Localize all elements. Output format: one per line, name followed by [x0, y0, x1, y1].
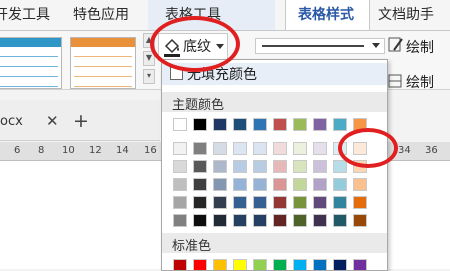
theme-shade-swatch[interactable] [173, 178, 187, 191]
theme-shade-swatch[interactable] [273, 142, 287, 155]
standard-color-swatch[interactable] [293, 259, 307, 270]
theme-shade-swatch[interactable] [253, 160, 267, 173]
theme-shade-swatch[interactable] [173, 214, 187, 227]
draw-table-icon [388, 37, 403, 52]
document-tab-label[interactable]: ocx [0, 114, 23, 129]
table-style-blue[interactable] [0, 37, 62, 89]
theme-shade-swatch[interactable] [273, 160, 287, 173]
theme-shade-swatch[interactable] [333, 178, 347, 191]
theme-colors-title: 主题颜色 [172, 98, 225, 113]
theme-shade-swatch[interactable] [273, 214, 287, 227]
close-tab-icon[interactable]: ✕ [46, 112, 59, 130]
theme-shade-swatch[interactable] [173, 196, 187, 209]
draw-border-icon [388, 74, 402, 88]
theme-shade-swatch[interactable] [253, 214, 267, 227]
theme-color-swatch[interactable] [253, 118, 267, 131]
theme-shade-swatch[interactable] [233, 178, 247, 191]
tab-special-apps[interactable]: 特色应用 [73, 6, 129, 24]
theme-color-swatch[interactable] [173, 118, 187, 131]
theme-shade-swatch[interactable] [293, 214, 307, 227]
tab-doc-assistant[interactable]: 文档助手 [378, 6, 434, 24]
theme-shade-swatch[interactable] [193, 160, 207, 173]
annotation-ring-swatch [338, 128, 398, 168]
theme-shade-swatch[interactable] [293, 160, 307, 173]
theme-shade-swatch[interactable] [273, 178, 287, 191]
theme-shade-swatch[interactable] [313, 160, 327, 173]
standard-color-swatch[interactable] [193, 259, 207, 270]
theme-shade-swatch[interactable] [293, 196, 307, 209]
ruler-number: 6 [14, 145, 21, 156]
theme-color-swatch[interactable] [333, 118, 347, 131]
ruler-number: 10 [62, 145, 75, 156]
table-style-orange[interactable] [70, 37, 136, 89]
theme-shade-swatch[interactable] [313, 142, 327, 155]
theme-shade-swatch[interactable] [313, 214, 327, 227]
ruler-number: 34 [398, 145, 411, 156]
theme-shade-swatch[interactable] [333, 214, 347, 227]
ruler-number: 8 [38, 145, 45, 156]
theme-shade-swatch[interactable] [213, 178, 227, 191]
theme-shade-swatch[interactable] [293, 178, 307, 191]
gallery-more-icon[interactable]: ▾ [143, 69, 155, 84]
theme-shade-swatch[interactable] [233, 196, 247, 209]
theme-shade-swatch[interactable] [253, 178, 267, 191]
theme-shade-swatch[interactable] [293, 142, 307, 155]
theme-shade-swatch[interactable] [193, 142, 207, 155]
standard-color-swatch[interactable] [253, 259, 267, 270]
standard-colors-title: 标准色 [172, 239, 212, 254]
add-tab-icon[interactable]: + [73, 110, 89, 132]
standard-color-swatch[interactable] [353, 259, 367, 270]
theme-shade-swatch[interactable] [193, 196, 207, 209]
standard-color-swatch[interactable] [313, 259, 327, 270]
theme-shade-swatch[interactable] [233, 214, 247, 227]
theme-shade-swatch[interactable] [213, 214, 227, 227]
theme-shade-swatch[interactable] [213, 142, 227, 155]
chevron-down-icon [372, 43, 380, 48]
theme-color-swatch[interactable] [293, 118, 307, 131]
theme-shade-swatch[interactable] [353, 214, 367, 227]
ruler-number: 16 [144, 145, 157, 156]
tab-developer-tools[interactable]: 开发工具 [0, 6, 50, 24]
ruler-number: 14 [116, 145, 129, 156]
theme-color-swatch[interactable] [233, 118, 247, 131]
ruler-number: 12 [89, 145, 102, 156]
theme-shade-swatch[interactable] [313, 196, 327, 209]
theme-color-swatch[interactable] [213, 118, 227, 131]
theme-color-swatch[interactable] [193, 118, 207, 131]
standard-color-swatch[interactable] [213, 259, 227, 270]
annotation-ring-shading [150, 16, 240, 72]
theme-shade-swatch[interactable] [353, 196, 367, 209]
theme-shade-swatch[interactable] [253, 142, 267, 155]
draw-border-button[interactable]: 绘制 [406, 72, 434, 92]
theme-color-swatch[interactable] [273, 118, 287, 131]
theme-shade-swatch[interactable] [353, 178, 367, 191]
theme-shade-swatch[interactable] [233, 142, 247, 155]
line-style-select[interactable] [255, 38, 385, 54]
theme-shade-swatch[interactable] [313, 178, 327, 191]
theme-shade-swatch[interactable] [333, 196, 347, 209]
draw-table-button[interactable]: 绘制 [406, 37, 434, 57]
theme-shade-swatch[interactable] [333, 160, 347, 173]
theme-shade-swatch[interactable] [273, 196, 287, 209]
theme-shade-swatch[interactable] [193, 214, 207, 227]
standard-color-swatch[interactable] [273, 259, 287, 270]
theme-shade-swatch[interactable] [253, 196, 267, 209]
theme-shade-swatch[interactable] [233, 160, 247, 173]
standard-color-swatch[interactable] [173, 259, 187, 270]
theme-shade-swatch[interactable] [193, 178, 207, 191]
standard-color-swatch[interactable] [233, 259, 247, 270]
theme-shade-swatch[interactable] [213, 196, 227, 209]
theme-shade-swatch[interactable] [173, 160, 187, 173]
standard-color-swatch[interactable] [333, 259, 347, 270]
theme-shade-swatch[interactable] [173, 142, 187, 155]
theme-color-swatch[interactable] [313, 118, 327, 131]
tab-table-style[interactable]: 表格样式 [298, 6, 354, 24]
theme-shade-swatch[interactable] [213, 160, 227, 173]
ruler-number: 36 [425, 145, 438, 156]
